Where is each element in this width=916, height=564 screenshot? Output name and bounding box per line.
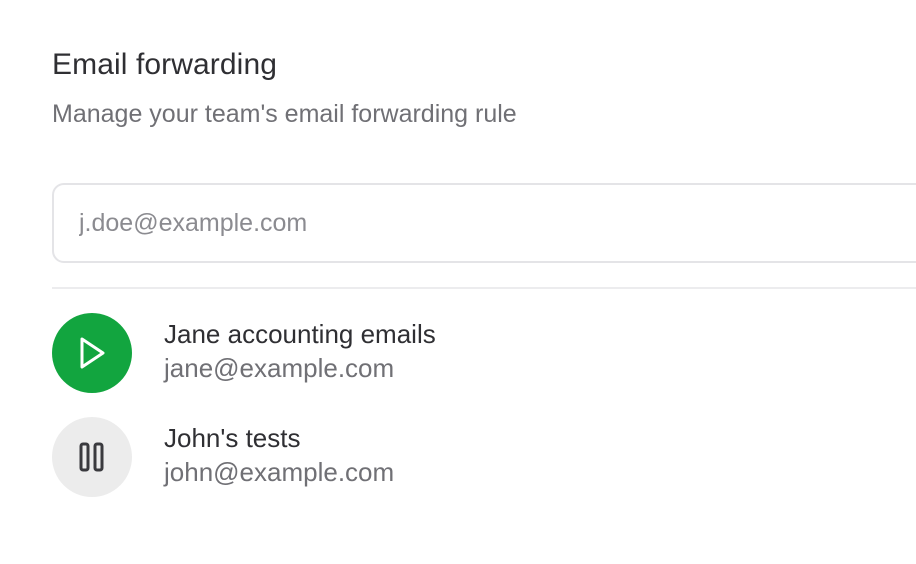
email-input[interactable] <box>52 183 916 263</box>
forwarding-rule-item: Jane accounting emails jane@example.com <box>52 313 916 417</box>
page-title: Email forwarding <box>52 48 278 81</box>
email-forwarding-panel: Email forwarding Manage your team's emai… <box>0 0 916 564</box>
rule-email: jane@example.com <box>164 353 395 383</box>
pause-button[interactable] <box>52 417 132 497</box>
forwarding-rule-item: John's tests john@example.com <box>52 417 916 521</box>
divider <box>52 287 916 289</box>
rule-email: john@example.com <box>164 457 395 487</box>
page-subtitle: Manage your team's email forwarding rule <box>52 100 517 128</box>
rule-name: Jane accounting emails <box>164 319 436 349</box>
forwarding-rule-list: Jane accounting emails jane@example.com … <box>52 313 916 521</box>
play-icon <box>77 336 107 370</box>
pause-icon <box>78 441 106 473</box>
play-button[interactable] <box>52 313 132 393</box>
rule-name: John's tests <box>164 423 301 453</box>
